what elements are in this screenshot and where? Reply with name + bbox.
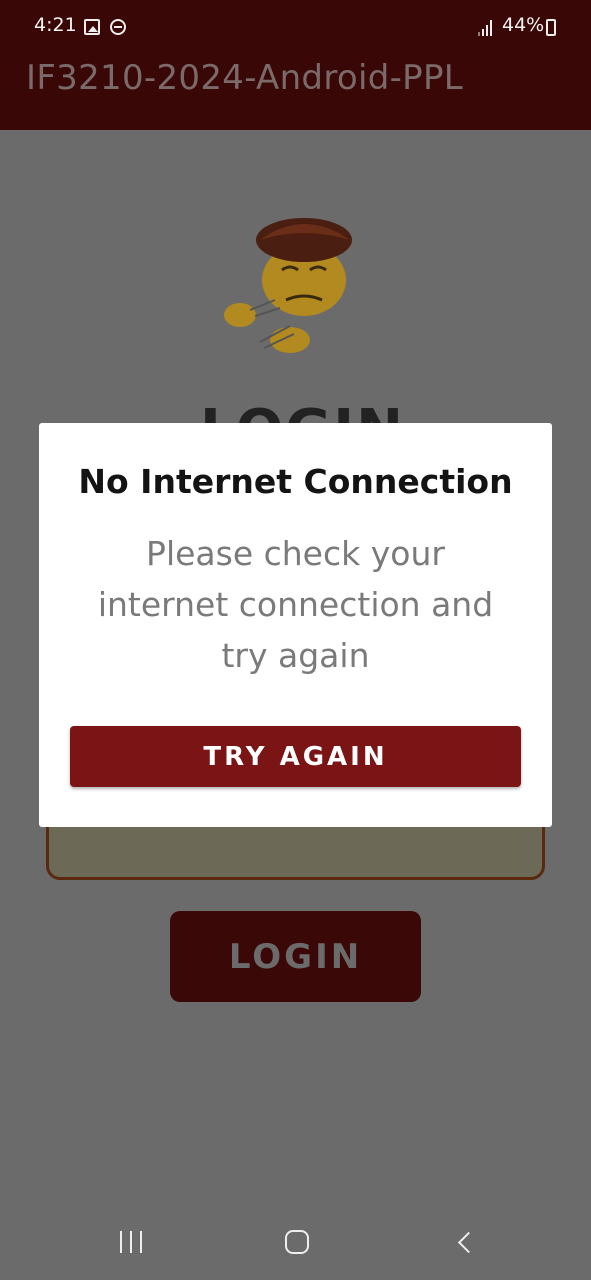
login-button[interactable]: LOGIN	[170, 911, 421, 1002]
dialog-message-line: Please check your	[146, 534, 445, 573]
try-again-button[interactable]: TRY AGAIN	[70, 726, 521, 787]
image-icon	[84, 19, 100, 35]
home-icon[interactable]	[285, 1230, 309, 1254]
dialog-message-line: internet connection and	[97, 585, 494, 624]
signal-icon	[478, 20, 494, 36]
app-title: IF3210-2024-Android-PPL	[26, 58, 463, 98]
dialog-message: Please check your internet connection an…	[60, 528, 531, 681]
back-icon[interactable]	[455, 1232, 475, 1252]
status-bar: 4:21 44%	[0, 0, 591, 56]
dialog-title: No Internet Connection	[78, 462, 513, 501]
battery-icon	[546, 19, 556, 36]
do-not-disturb-icon	[110, 19, 126, 35]
dialog-message-line: try again	[221, 636, 370, 675]
emoji-logo	[224, 218, 352, 353]
status-time: 4:21	[34, 14, 77, 36]
battery-percentage: 44%	[502, 14, 545, 36]
recents-icon[interactable]	[120, 1231, 144, 1253]
